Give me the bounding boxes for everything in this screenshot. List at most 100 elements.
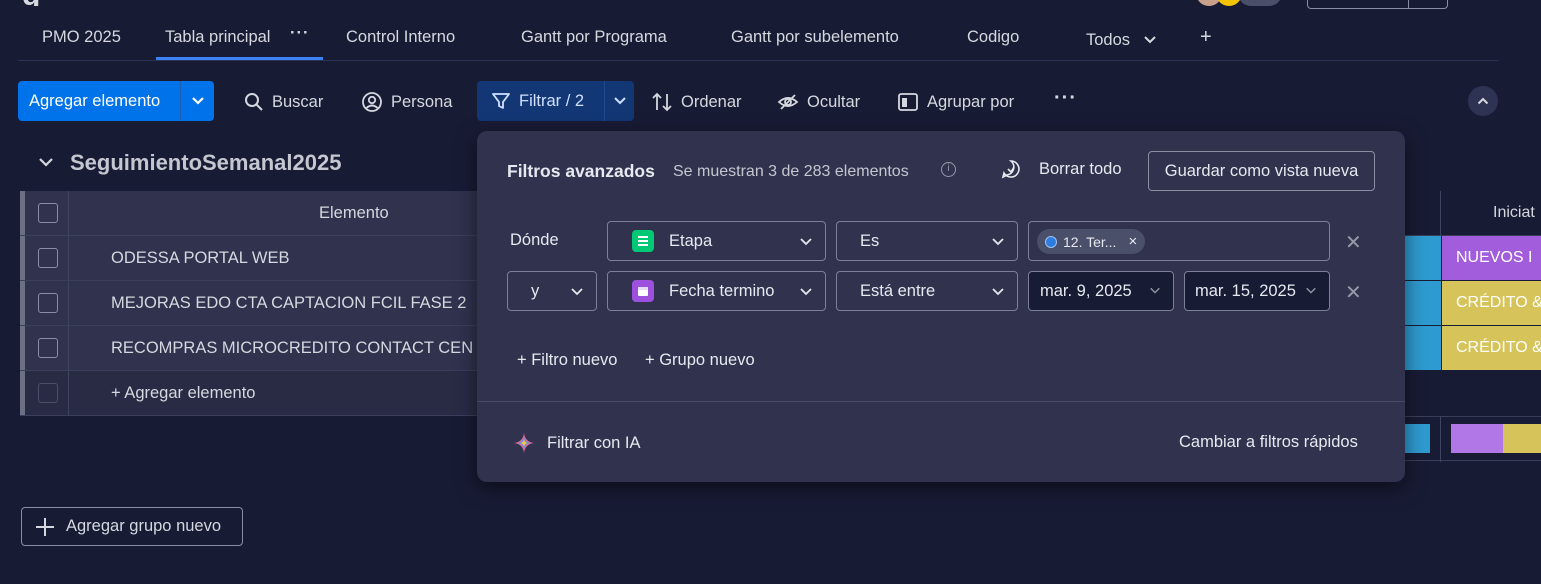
add-group-button[interactable]: Agregar grupo nuevo xyxy=(21,507,243,546)
filter-panel-title: Filtros avanzados xyxy=(507,161,655,181)
tab-todos-label: Todos xyxy=(1086,31,1131,49)
status-cell[interactable] xyxy=(1405,326,1441,370)
remove-filter-icon[interactable]: ✕ xyxy=(1345,280,1362,305)
tab-control-interno[interactable]: Control Interno xyxy=(346,28,455,47)
group-by-button[interactable]: Agrupar por xyxy=(897,88,1014,116)
row-checkbox[interactable] xyxy=(38,248,58,268)
status-label: NUEVOS I xyxy=(1456,249,1533,266)
sort-icon xyxy=(652,92,672,112)
select-all-checkbox[interactable] xyxy=(38,203,58,223)
table-row[interactable]: ODESSA PORTAL WEB xyxy=(20,236,480,281)
add-item-dropdown[interactable] xyxy=(181,96,214,106)
conjunction-value: y xyxy=(531,281,540,300)
status-cell[interactable]: CRÉDITO & xyxy=(1442,281,1541,325)
status-cell[interactable]: NUEVOS I xyxy=(1442,236,1541,280)
chip-remove-icon[interactable]: × xyxy=(1128,233,1137,250)
collapse-header-button[interactable] xyxy=(1468,86,1498,116)
chevron-down-icon xyxy=(1306,287,1316,294)
advanced-filter-panel: Filtros avanzados Se muestran 3 de 283 e… xyxy=(477,131,1405,482)
sort-label: Ordenar xyxy=(681,92,742,111)
add-view-button[interactable]: + xyxy=(1200,26,1212,49)
tab-gantt-programa[interactable]: Gantt por Programa xyxy=(521,28,667,47)
filter-condition-select[interactable]: Está entre xyxy=(836,271,1018,311)
item-name[interactable]: ODESSA PORTAL WEB xyxy=(111,249,290,268)
avatar-count xyxy=(1238,0,1282,6)
group-collapse-chevron-icon[interactable] xyxy=(38,156,54,168)
filter-column-value: Fecha termino xyxy=(669,281,775,300)
table-icon xyxy=(632,230,654,252)
add-item-button[interactable]: Agregar elemento xyxy=(18,92,180,111)
avatar-group[interactable] xyxy=(1196,0,1286,6)
sort-button[interactable]: Ordenar xyxy=(651,88,742,116)
tab-todos[interactable]: Todos xyxy=(1086,31,1157,50)
new-filter-button[interactable]: + Filtro nuevo xyxy=(517,351,617,370)
clear-all-label: Borrar todo xyxy=(1039,159,1122,178)
eye-off-icon xyxy=(777,94,799,110)
chevron-down-icon xyxy=(992,238,1004,246)
column-divider xyxy=(68,281,69,325)
status-label: CRÉDITO & xyxy=(1456,294,1541,311)
more-options-button[interactable]: ··· xyxy=(1054,84,1077,112)
info-icon[interactable]: i xyxy=(941,162,956,177)
filter-condition-select[interactable]: Es xyxy=(836,221,1018,261)
status-cell[interactable] xyxy=(1405,281,1441,325)
clear-filter-icon xyxy=(1001,160,1020,179)
filter-column-select[interactable]: Fecha termino xyxy=(607,271,826,311)
summary-row xyxy=(1405,416,1541,462)
chevron-down-icon xyxy=(613,97,626,105)
remove-filter-icon[interactable]: ✕ xyxy=(1345,230,1362,255)
date-to-picker[interactable]: mar. 15, 2025 xyxy=(1184,271,1330,311)
hide-button[interactable]: Ocultar xyxy=(777,88,860,116)
filter-button[interactable]: Filtrar / 2 xyxy=(477,91,604,111)
search-button[interactable]: Buscar xyxy=(244,88,323,116)
row-checkbox[interactable] xyxy=(38,293,58,313)
add-item-row[interactable]: + Agregar elemento xyxy=(20,371,480,416)
table-row[interactable]: RECOMPRAS MICROCREDITO CONTACT CEN xyxy=(20,326,480,371)
filter-split-button: Filtrar / 2 xyxy=(477,81,634,121)
save-as-new-view-button[interactable]: Guardar como vista nueva xyxy=(1148,151,1375,191)
column-header-iniciativa[interactable]: Iniciat xyxy=(1493,204,1535,222)
chevron-down-icon xyxy=(1150,287,1160,294)
new-group-button[interactable]: + Grupo nuevo xyxy=(645,351,755,370)
filter-column-select[interactable]: Etapa xyxy=(607,221,826,261)
group-title[interactable]: SeguimientoSemanal2025 xyxy=(70,150,341,176)
tab-codigo[interactable]: Codigo xyxy=(967,28,1019,47)
chevron-down-icon xyxy=(800,238,812,246)
filter-value-select[interactable]: 12. Ter... × xyxy=(1028,221,1330,261)
conjunction-select[interactable]: y xyxy=(507,271,597,311)
table-row[interactable]: MEJORAS EDO CTA CAPTACION FCIL FASE 2 xyxy=(20,281,480,326)
switch-quick-filters-button[interactable]: Cambiar a filtros rápidos xyxy=(1179,433,1358,452)
tab-more-icon[interactable]: ··· xyxy=(290,24,309,43)
summary-bar xyxy=(1405,424,1430,453)
calendar-icon xyxy=(632,280,654,302)
item-name[interactable]: RECOMPRAS MICROCREDITO CONTACT CEN xyxy=(111,339,473,358)
row-checkbox[interactable] xyxy=(38,338,58,358)
person-filter-button[interactable]: Persona xyxy=(361,88,452,116)
tab-gantt-subelemento[interactable]: Gantt por subelemento xyxy=(731,28,899,47)
column-header-elemento[interactable]: Elemento xyxy=(319,204,389,223)
group-color-bar xyxy=(20,326,25,370)
chip-label: 12. Ter... xyxy=(1063,233,1117,250)
date-to-value: mar. 15, 2025 xyxy=(1195,281,1296,300)
group-color-bar xyxy=(20,191,25,235)
chevron-down-icon xyxy=(1143,36,1156,44)
item-name[interactable]: MEJORAS EDO CTA CAPTACION FCIL FASE 2 xyxy=(111,294,466,313)
add-item-inline[interactable]: + Agregar elemento xyxy=(111,384,255,403)
ai-filter-button[interactable]: Filtrar con IA xyxy=(513,432,641,454)
filter-dropdown[interactable] xyxy=(605,96,634,106)
where-label: Dónde xyxy=(510,231,559,249)
clear-all-button[interactable]: Borrar todo xyxy=(1001,159,1122,179)
panel-divider xyxy=(477,401,1405,402)
group-by-label: Agrupar por xyxy=(927,92,1015,111)
column-divider xyxy=(68,191,69,235)
status-cell[interactable]: CRÉDITO & xyxy=(1442,326,1541,370)
filter-column-value: Etapa xyxy=(669,231,713,250)
filter-condition-value: Está entre xyxy=(860,281,936,300)
add-item-split-button: Agregar elemento xyxy=(18,81,214,121)
tab-pmo-2025[interactable]: PMO 2025 xyxy=(42,28,121,47)
date-from-picker[interactable]: mar. 9, 2025 xyxy=(1028,271,1174,311)
status-cell[interactable] xyxy=(1405,236,1441,280)
header-action-button[interactable] xyxy=(1307,0,1448,9)
search-label: Buscar xyxy=(272,92,324,111)
tab-tabla-principal[interactable]: Tabla principal xyxy=(165,28,270,47)
